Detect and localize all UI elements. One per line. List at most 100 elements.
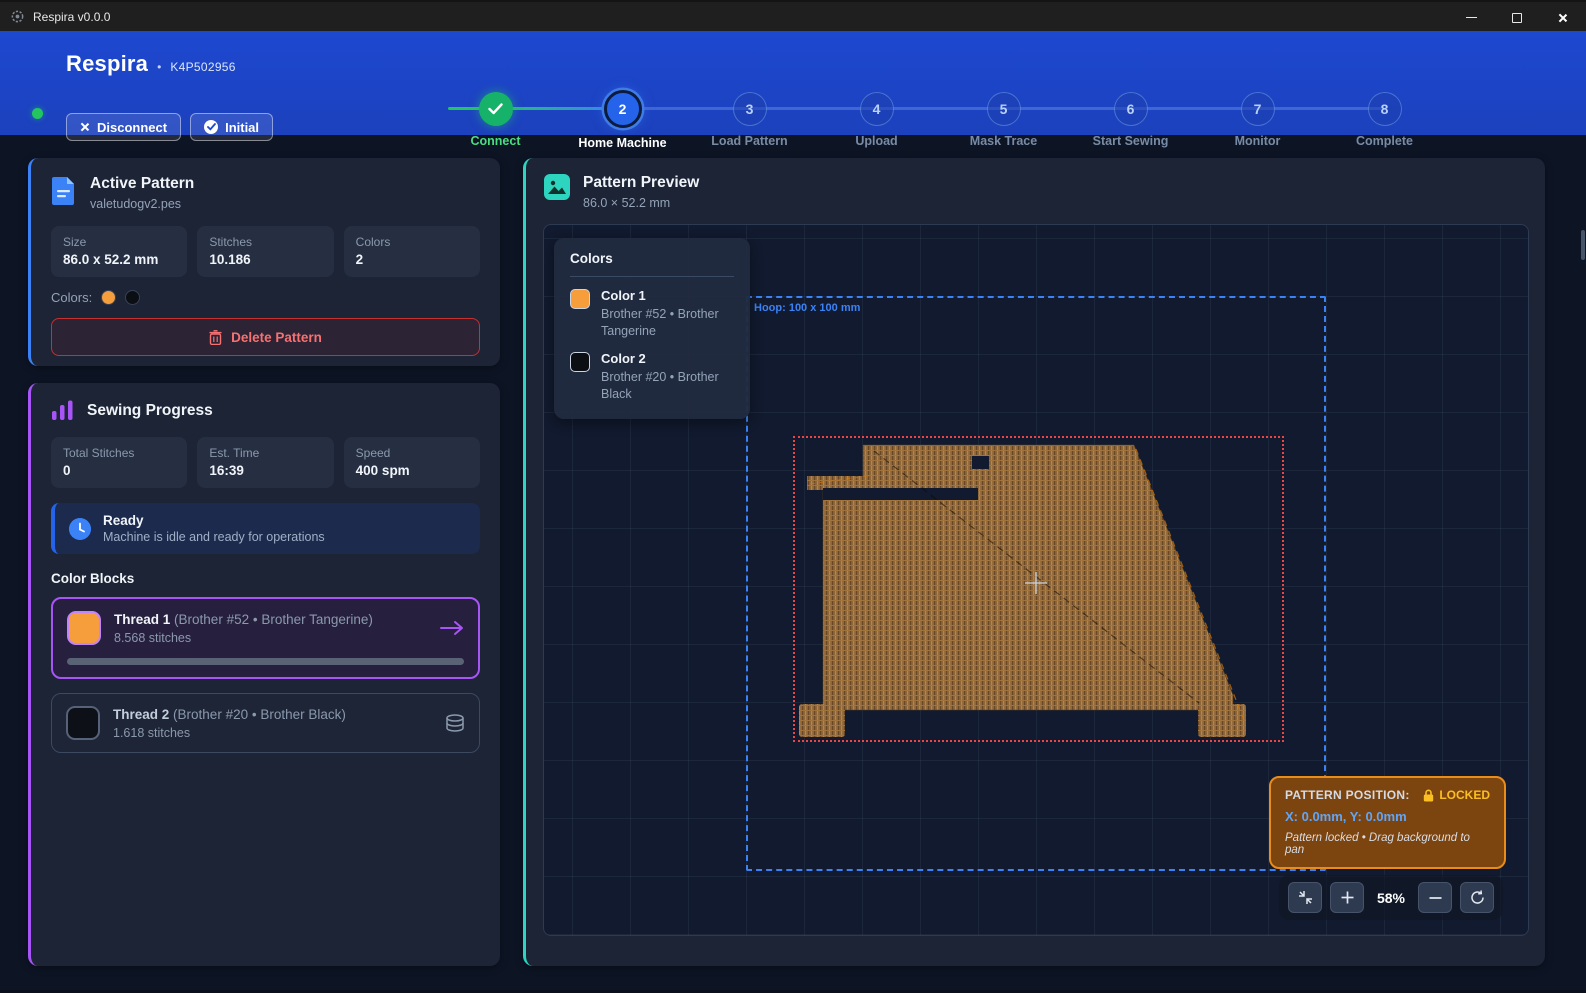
- close-button[interactable]: [1540, 2, 1586, 33]
- stat-label: Est. Time: [209, 446, 321, 460]
- zoom-out-button[interactable]: [1418, 882, 1452, 913]
- disconnect-label: Disconnect: [97, 120, 167, 135]
- clock-icon: [69, 518, 91, 540]
- pattern-preview-card: Pattern Preview 86.0 × 52.2 mm Hoop: 100…: [523, 158, 1545, 966]
- initial-button[interactable]: Initial: [190, 113, 273, 141]
- step-connect[interactable]: Connect: [432, 76, 559, 150]
- bar-chart-icon: [51, 400, 74, 422]
- step-home-machine[interactable]: 2 Home Machine: [559, 76, 686, 150]
- stat-label: Total Stitches: [63, 446, 175, 460]
- check-icon: [479, 92, 513, 126]
- step-number: 8: [1368, 92, 1402, 126]
- step-monitor[interactable]: 7 Monitor: [1194, 76, 1321, 150]
- color-dot-black: [125, 290, 140, 305]
- arrow-right-icon: [440, 620, 464, 636]
- zoom-in-button[interactable]: [1330, 882, 1364, 913]
- trash-icon: [209, 330, 222, 345]
- stat-label: Stitches: [209, 235, 321, 249]
- fit-view-button[interactable]: [1288, 882, 1322, 913]
- position-label: PATTERN POSITION:: [1285, 788, 1410, 802]
- delete-pattern-button[interactable]: Delete Pattern: [51, 318, 480, 356]
- step-label: Home Machine: [578, 136, 666, 150]
- zoom-level: 58%: [1372, 890, 1410, 906]
- step-upload[interactable]: 4 Upload: [813, 76, 940, 150]
- initial-label: Initial: [225, 120, 259, 135]
- stat-colors: Colors 2: [344, 226, 480, 277]
- legend-title: Colors: [570, 251, 734, 266]
- minimize-button[interactable]: [1448, 2, 1494, 33]
- disconnect-button[interactable]: Disconnect: [66, 113, 181, 141]
- step-mask-trace[interactable]: 5 Mask Trace: [940, 76, 1067, 150]
- thread-name: Thread 1: [114, 612, 170, 627]
- app-name: Respira: [66, 51, 148, 77]
- workflow-stepper: Connect 2 Home Machine 3 Load Pattern 4 …: [432, 76, 1448, 158]
- card-title: Pattern Preview: [583, 174, 699, 192]
- stat-value: 0: [63, 463, 175, 478]
- minus-icon: [1429, 896, 1442, 900]
- reset-view-button[interactable]: [1460, 882, 1494, 913]
- delete-pattern-label: Delete Pattern: [231, 330, 322, 345]
- stat-value: 16:39: [209, 463, 321, 478]
- document-icon: [51, 175, 77, 205]
- active-pattern-card: Active Pattern valetudogv2.pes Size 86.0…: [28, 158, 500, 366]
- zoom-controls: 58%: [1279, 875, 1503, 920]
- step-complete[interactable]: 8 Complete: [1321, 76, 1448, 150]
- step-number: 3: [733, 92, 767, 126]
- legend-color-name: Color 2: [601, 351, 734, 366]
- maximize-button[interactable]: [1494, 2, 1540, 33]
- maximize-icon: [1512, 13, 1522, 23]
- stat-label: Colors: [356, 235, 468, 249]
- window-titlebar: Respira v0.0.0: [0, 0, 1586, 31]
- thread-detail: (Brother #20 • Brother Black): [173, 707, 346, 722]
- brand: Respira • K4P502956: [66, 51, 236, 77]
- app-icon: [10, 9, 25, 24]
- color-blocks-heading: Color Blocks: [51, 571, 480, 586]
- colors-label: Colors:: [51, 290, 92, 305]
- step-load-pattern[interactable]: 3 Load Pattern: [686, 76, 813, 150]
- stitch-shapes: [799, 445, 1246, 737]
- step-number: 5: [987, 92, 1021, 126]
- step-label: Load Pattern: [711, 134, 787, 148]
- stat-value: 86.0 x 52.2 mm: [63, 252, 175, 267]
- preview-canvas[interactable]: Hoop: 100 x 100 mm: [543, 224, 1529, 936]
- legend-entry-color-1: Color 1 Brother #52 • Brother Tangerine: [570, 288, 734, 340]
- fit-view-icon: [1298, 890, 1313, 905]
- step-label: Upload: [855, 134, 897, 148]
- step-number: 6: [1114, 92, 1148, 126]
- card-title: Active Pattern: [90, 175, 194, 193]
- step-start-sewing[interactable]: 6 Start Sewing: [1067, 76, 1194, 150]
- legend-swatch-1: [570, 289, 590, 309]
- colors-legend: Colors Color 1 Brother #52 • Brother Tan…: [554, 238, 750, 419]
- refresh-icon: [1470, 890, 1485, 905]
- stat-speed: Speed 400 spm: [344, 437, 480, 488]
- step-number: 2: [604, 90, 642, 128]
- machine-serial: K4P502956: [170, 60, 235, 74]
- plus-icon: [1341, 891, 1354, 904]
- pattern-filename: valetudogv2.pes: [90, 197, 194, 211]
- card-title: Sewing Progress: [87, 402, 213, 420]
- status-title: Ready: [103, 513, 325, 528]
- sewing-progress-card: Sewing Progress Total Stitches 0 Est. Ti…: [28, 383, 500, 966]
- color-dot-orange: [101, 290, 116, 305]
- locked-badge: LOCKED: [1439, 788, 1490, 802]
- stat-est-time: Est. Time 16:39: [197, 437, 333, 488]
- legend-color-name: Color 1: [601, 288, 734, 303]
- thread-2-row[interactable]: Thread 2 (Brother #20 • Brother Black) 1…: [51, 693, 480, 753]
- legend-swatch-2: [570, 352, 590, 372]
- stack-icon: [445, 714, 465, 732]
- step-label: Start Sewing: [1093, 134, 1169, 148]
- position-hint: Pattern locked • Drag background to pan: [1285, 832, 1490, 856]
- legend-entry-color-2: Color 2 Brother #20 • Brother Black: [570, 351, 734, 403]
- stat-value: 10.186: [209, 252, 321, 267]
- legend-color-detail: Brother #52 • Brother Tangerine: [601, 306, 734, 340]
- stat-value: 2: [356, 252, 468, 267]
- position-coordinates: X: 0.0mm, Y: 0.0mm: [1285, 809, 1490, 824]
- step-label: Connect: [471, 134, 521, 148]
- thread-1-row[interactable]: Thread 1 (Brother #52 • Brother Tangerin…: [51, 597, 480, 679]
- lock-icon: [1423, 789, 1434, 802]
- machine-status-box: Ready Machine is idle and ready for oper…: [51, 503, 480, 554]
- thread-detail: (Brother #52 • Brother Tangerine): [174, 612, 373, 627]
- scrollbar-thumb[interactable]: [1581, 230, 1585, 260]
- thread-1-swatch: [67, 611, 101, 645]
- thread-2-swatch: [66, 706, 100, 740]
